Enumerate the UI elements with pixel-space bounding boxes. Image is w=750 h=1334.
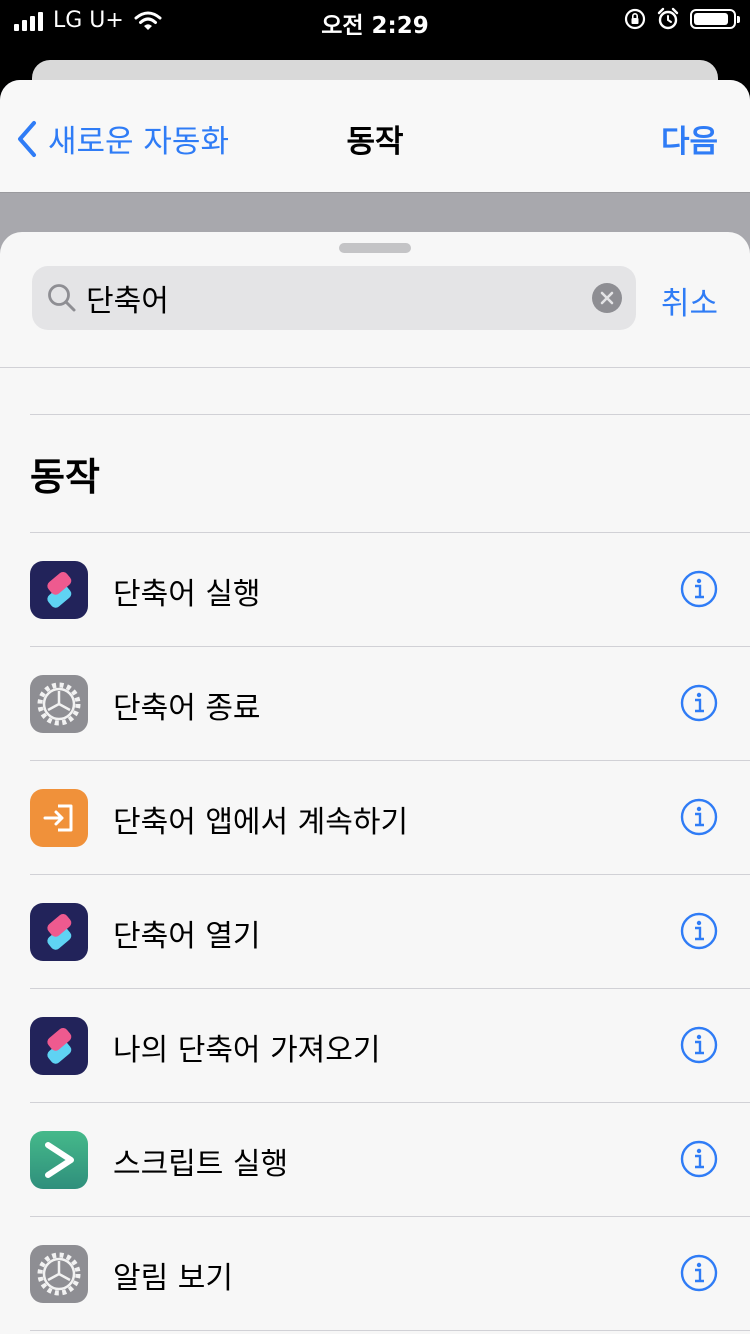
action-row-run-script[interactable]: 스크립트 실행 [30, 1102, 750, 1216]
search-input[interactable] [78, 268, 592, 328]
action-label: 단축어 앱에서 계속하기 [113, 805, 409, 840]
info-icon[interactable] [680, 1026, 718, 1064]
next-button[interactable]: 다음 [661, 116, 718, 161]
shortcuts-icon [30, 1017, 88, 1075]
continue-in-app-icon [30, 789, 88, 847]
action-label: 스크립트 실행 [113, 1147, 289, 1182]
clear-search-button[interactable] [592, 283, 622, 313]
divider [0, 367, 750, 368]
action-label: 단축어 열기 [113, 919, 261, 954]
close-icon [600, 291, 614, 305]
sheet-grabber[interactable] [339, 243, 411, 253]
list-end-divider [30, 1330, 750, 1331]
search-bar[interactable] [32, 266, 636, 330]
action-row-open-shortcut[interactable]: 단축어 열기 [30, 874, 750, 988]
action-label: 단축어 종료 [113, 691, 261, 726]
action-label: 단축어 실행 [113, 577, 261, 612]
back-button-label: 새로운 자동화 [48, 124, 229, 160]
action-row-stop-shortcut[interactable]: 단축어 종료 [30, 646, 750, 760]
action-row-show-notification[interactable]: 알림 보기 [30, 1216, 750, 1330]
info-icon[interactable] [680, 1254, 718, 1292]
action-row-get-my-shortcuts[interactable]: 나의 단축어 가져오기 [30, 988, 750, 1102]
settings-gear-icon [30, 1245, 88, 1303]
search-icon [48, 284, 76, 312]
shortcuts-icon [30, 903, 88, 961]
status-right [624, 7, 740, 31]
status-bar: LG U+ 오전 2:29 [0, 0, 750, 40]
back-button[interactable]: 새로운 자동화 [16, 116, 229, 161]
info-icon[interactable] [680, 684, 718, 722]
alarm-icon [657, 7, 679, 30]
actions-sheet: 취소 동작 단축어 실행 [0, 232, 750, 1334]
navigation-bar: 새로운 자동화 동작 다음 [0, 80, 750, 193]
action-label: 알림 보기 [113, 1261, 233, 1296]
action-row-continue-in-app[interactable]: 단축어 앱에서 계속하기 [30, 760, 750, 874]
action-row-run-shortcut[interactable]: 단축어 실행 [30, 532, 750, 646]
action-label: 나의 단축어 가져오기 [113, 1033, 381, 1068]
chevron-left-icon [18, 120, 36, 157]
battery-icon [690, 9, 740, 29]
info-icon[interactable] [680, 912, 718, 950]
info-icon[interactable] [680, 1140, 718, 1178]
section-title: 동작 [30, 455, 100, 499]
divider [30, 414, 750, 415]
info-icon[interactable] [680, 570, 718, 608]
scripting-icon [30, 1131, 88, 1189]
shortcuts-icon [30, 561, 88, 619]
actions-list: 단축어 실행 단축어 종료 단축어 앱에서 계속하기 단축어 열기 나의 단축어… [0, 532, 750, 1331]
settings-gear-icon [30, 675, 88, 733]
cancel-button[interactable]: 취소 [661, 278, 718, 323]
orientation-lock-icon [624, 8, 646, 30]
info-icon[interactable] [680, 798, 718, 836]
